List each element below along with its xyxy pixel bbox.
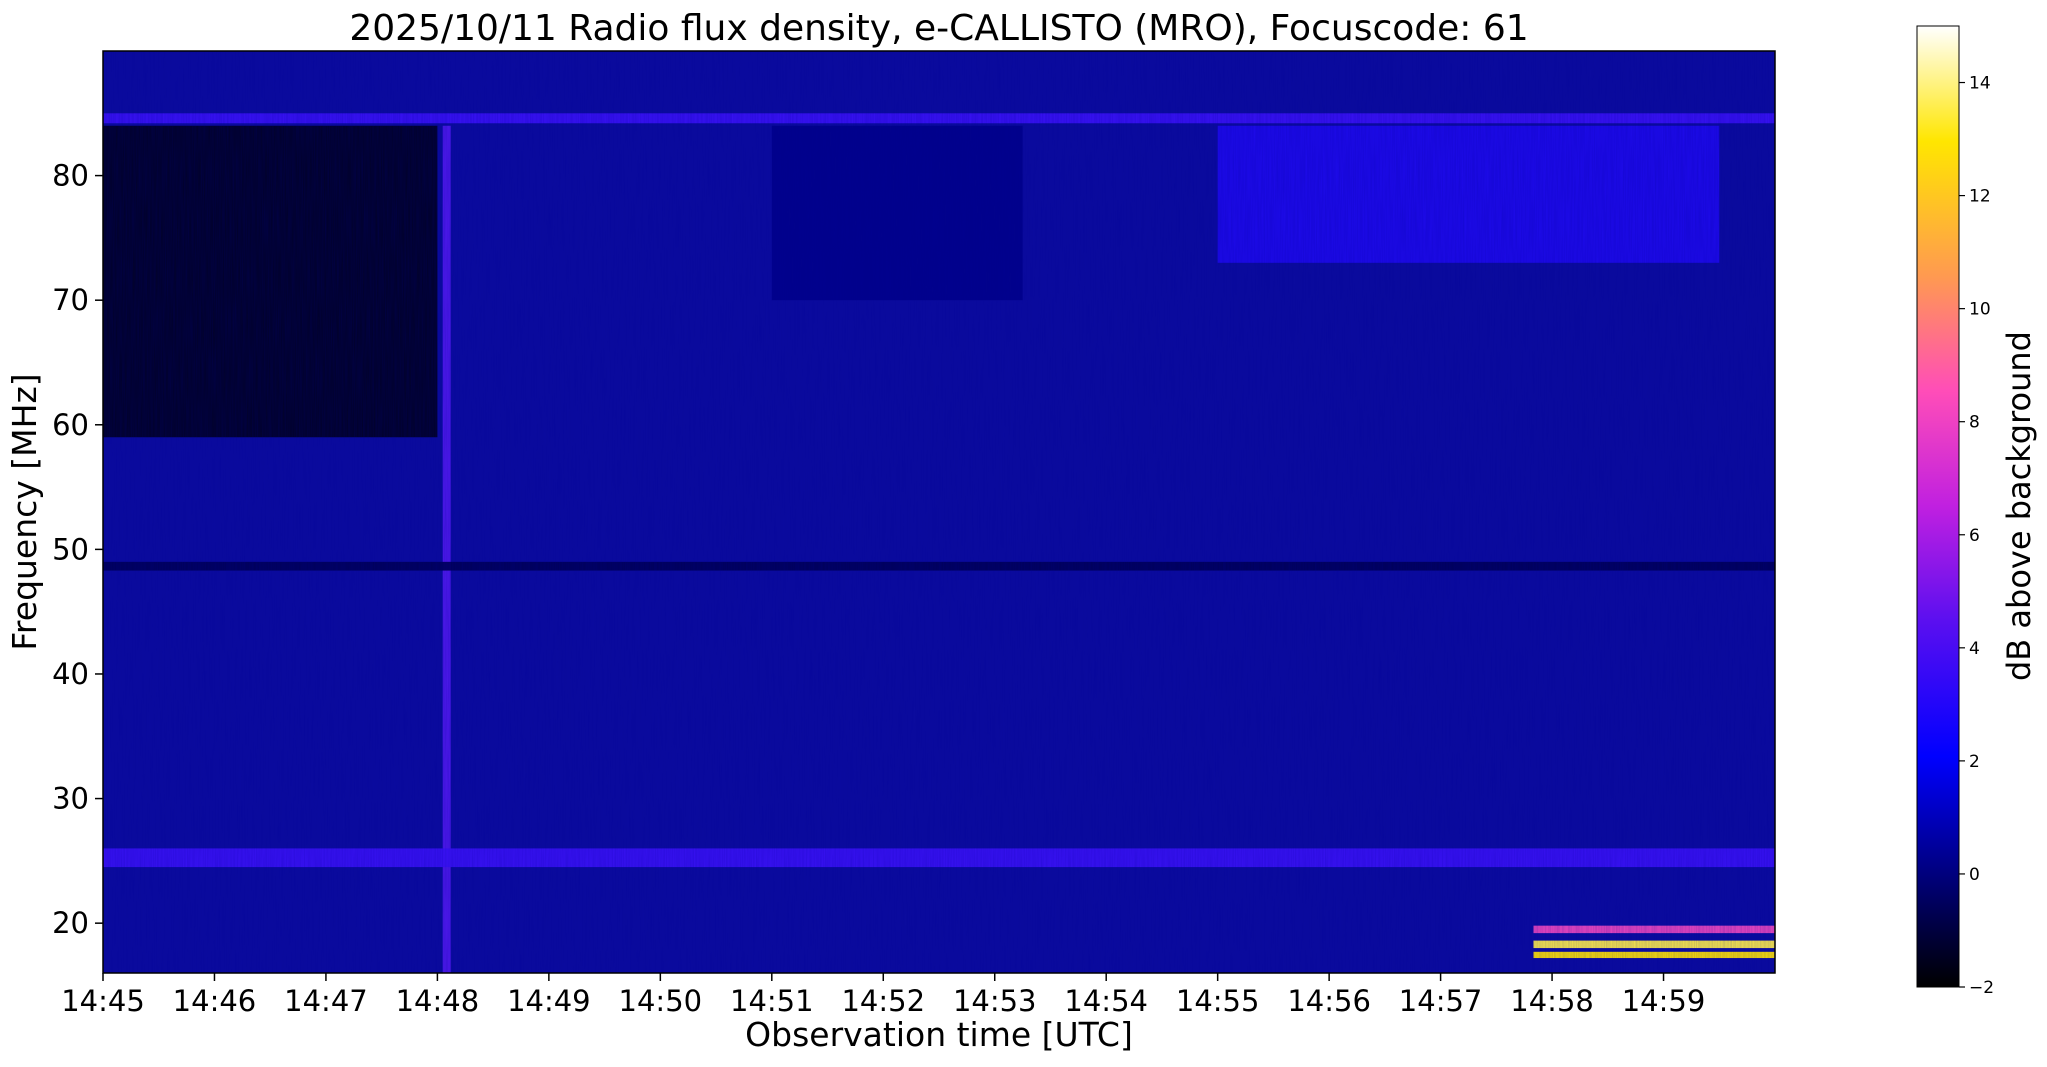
x-tick-label: 14:46 <box>173 984 257 1018</box>
y-tick-label: 40 <box>52 657 89 691</box>
x-tick-label: 14:49 <box>507 984 591 1018</box>
colorbar-label: dB above background <box>2000 331 2038 681</box>
x-tick-label: 14:47 <box>284 984 368 1018</box>
y-axis-ticks: 20 30 40 50 60 70 80 <box>52 159 103 940</box>
x-tick-label: 14:48 <box>396 984 480 1018</box>
colorbar-tick-label: 14 <box>1969 74 1991 94</box>
colorbar-tick-label: 12 <box>1969 187 1991 207</box>
x-axis-label: Observation time [UTC] <box>745 1015 1133 1054</box>
y-tick-label: 60 <box>52 408 89 442</box>
colorbar-tick-label: −2 <box>1969 978 1994 998</box>
colorbar: −2 0 2 4 6 8 10 12 14 dB above background <box>1916 25 2038 998</box>
y-tick-label: 50 <box>52 532 89 566</box>
x-tick-label: 14:51 <box>730 984 814 1018</box>
colorbar-tick-label: 2 <box>1969 752 1980 772</box>
y-tick-label: 20 <box>52 906 89 940</box>
colorbar-tick-label: 0 <box>1969 865 1980 885</box>
chart-title: 2025/10/11 Radio flux density, e-CALLIST… <box>349 8 1528 49</box>
x-tick-label: 14:55 <box>1176 984 1260 1018</box>
colorbar-ticks: −2 0 2 4 6 8 10 12 14 <box>1959 74 1994 998</box>
x-tick-label: 14:56 <box>1287 984 1371 1018</box>
colorbar-tick-label: 10 <box>1969 300 1991 320</box>
y-tick-label: 30 <box>52 782 89 816</box>
x-tick-label: 14:59 <box>1622 984 1706 1018</box>
x-tick-label: 14:58 <box>1510 984 1594 1018</box>
colorbar-tick-label: 4 <box>1969 639 1980 659</box>
plot-area <box>103 51 1775 973</box>
y-tick-label: 70 <box>52 283 89 317</box>
x-tick-label: 14:50 <box>619 984 703 1018</box>
colorbar-tick-label: 8 <box>1969 413 1980 433</box>
y-tick-label: 80 <box>52 159 89 193</box>
x-tick-label: 14:53 <box>953 984 1037 1018</box>
colorbar-gradient <box>1916 25 1960 988</box>
x-axis-ticks: 14:45 14:46 14:47 14:48 14:49 14:50 14:51 14:52… <box>61 973 1705 1018</box>
x-tick-label: 14:54 <box>1064 984 1148 1018</box>
y-axis-label: Frequency [MHz] <box>5 373 44 650</box>
spectrogram-chart: 2025/10/11 Radio flux density, e-CALLIST… <box>5 8 2038 1054</box>
x-tick-label: 14:45 <box>61 984 145 1018</box>
x-tick-label: 14:52 <box>841 984 925 1018</box>
colorbar-tick-label: 6 <box>1969 526 1980 546</box>
x-tick-label: 14:57 <box>1399 984 1483 1018</box>
noise-overlay <box>103 51 1775 973</box>
